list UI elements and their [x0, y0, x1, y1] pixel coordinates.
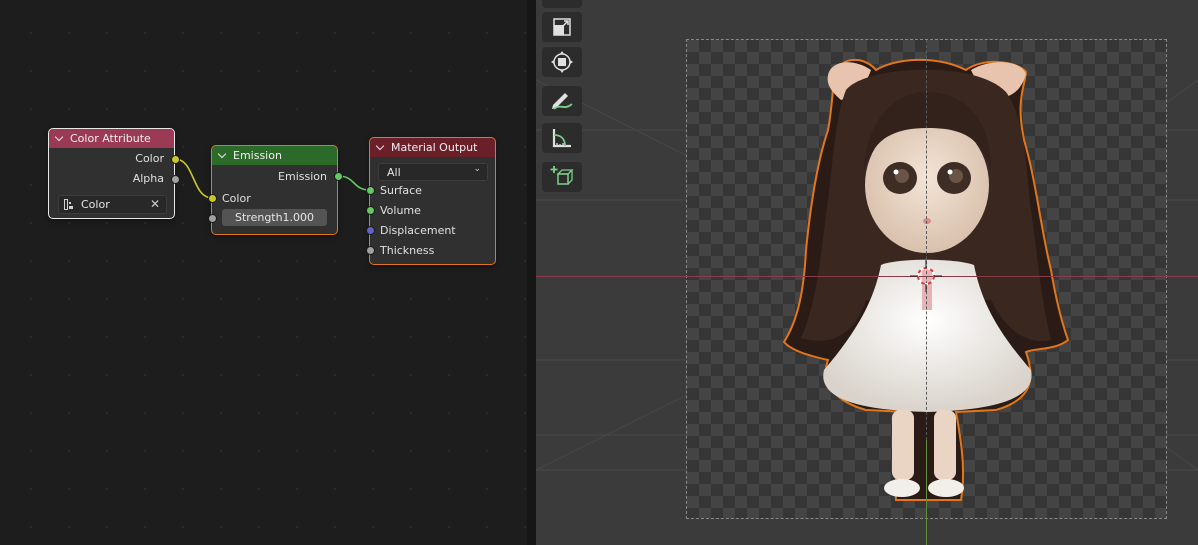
input-volume-label: Volume: [380, 204, 421, 217]
transform-icon: [551, 51, 573, 73]
emission-node[interactable]: Emission Emission Color Strength 1.000: [211, 145, 338, 235]
output-alpha-label: Alpha: [132, 172, 164, 185]
node-editor[interactable]: Color Attribute Color Alpha Color ✕ Emis…: [0, 0, 527, 545]
chevron-down-icon: ⌄: [473, 164, 481, 174]
scale-icon: [553, 18, 571, 36]
y-axis-line: [926, 440, 927, 545]
transform-tool-button[interactable]: [542, 47, 582, 77]
x-axis-line: [536, 276, 1198, 277]
input-displacement-socket[interactable]: [366, 226, 375, 235]
link-emission-to-surface: [337, 175, 371, 191]
output-emission-label: Emission: [278, 170, 327, 183]
vertical-guide: [926, 40, 927, 440]
doll-reference-image[interactable]: [536, 0, 1198, 545]
target-value: All: [387, 165, 401, 179]
emission-header[interactable]: Emission: [212, 146, 337, 165]
area-divider[interactable]: [527, 0, 536, 545]
collapse-chevron-icon[interactable]: [218, 151, 227, 160]
3d-viewport[interactable]: [536, 0, 1198, 545]
output-color-label: Color: [135, 152, 164, 165]
emission-title: Emission: [233, 149, 282, 162]
material-output-header[interactable]: Material Output: [370, 138, 495, 157]
input-color-socket[interactable]: [208, 194, 217, 203]
mouth: [923, 218, 931, 224]
attribute-name-field[interactable]: Color ✕: [58, 195, 167, 214]
input-volume-socket[interactable]: [366, 206, 375, 215]
strength-value: 1.000: [282, 211, 315, 224]
annotate-tool-button[interactable]: [542, 86, 582, 116]
input-surface-label: Surface: [380, 184, 422, 197]
scale-tool-button[interactable]: [542, 12, 582, 42]
input-displacement-label: Displacement: [380, 224, 456, 237]
input-thickness-label: Thickness: [380, 244, 435, 257]
target-dropdown[interactable]: All ⌄: [378, 163, 488, 181]
color-attribute-header[interactable]: Color Attribute: [49, 129, 174, 148]
input-surface-socket[interactable]: [366, 186, 375, 195]
right-leg: [934, 410, 956, 480]
3d-cursor-icon[interactable]: [906, 256, 946, 296]
collapse-chevron-icon[interactable]: [55, 134, 64, 143]
attribute-name-value: Color: [81, 198, 110, 211]
link-color-to-emission-color: [174, 158, 213, 199]
material-output-node[interactable]: Material Output All ⌄ Surface Volume Dis…: [369, 137, 496, 265]
measure-icon: [552, 129, 571, 148]
input-color-label: Color: [222, 192, 251, 205]
material-output-title: Material Output: [391, 141, 478, 154]
measure-tool-button[interactable]: [542, 123, 582, 153]
add-cube-icon: [550, 166, 574, 185]
input-strength-socket[interactable]: [208, 214, 217, 223]
output-alpha-socket[interactable]: [171, 175, 180, 184]
collapse-chevron-icon[interactable]: [376, 143, 385, 152]
clear-x-icon[interactable]: ✕: [150, 197, 160, 211]
annotate-icon: [552, 93, 573, 110]
input-thickness-socket[interactable]: [366, 246, 375, 255]
color-attribute-node[interactable]: Color Attribute Color Alpha Color ✕: [48, 128, 175, 219]
output-emission-socket[interactable]: [334, 172, 343, 181]
strength-label: Strength: [235, 211, 283, 224]
orbit-tool-button[interactable]: [542, 0, 582, 8]
color-attribute-title: Color Attribute: [70, 132, 151, 145]
color-attribute-icon: [64, 199, 74, 210]
strength-field[interactable]: Strength 1.000: [222, 209, 327, 226]
output-color-socket[interactable]: [171, 155, 180, 164]
add-cube-tool-button[interactable]: [542, 162, 582, 192]
node-links: [174, 158, 371, 199]
left-leg: [892, 410, 914, 480]
